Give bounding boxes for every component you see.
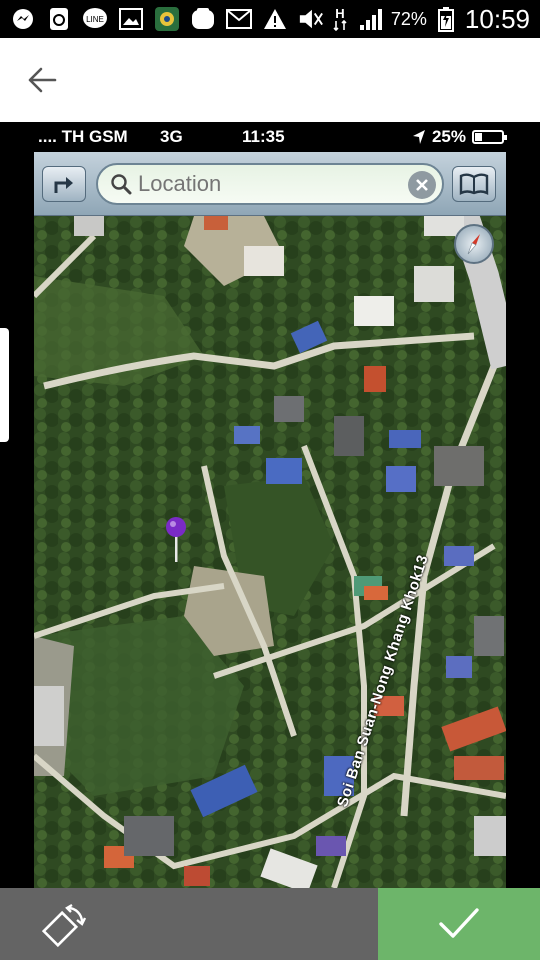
warning-icon: [262, 6, 288, 32]
maps-toolbar: [34, 152, 506, 216]
ios-carrier: .... TH GSM: [38, 127, 128, 146]
ios-battery-percent: 25%: [431, 127, 466, 146]
recycle-icon: [46, 6, 72, 32]
battery-percent: 72%: [390, 8, 427, 29]
clear-search-button[interactable]: [408, 171, 436, 199]
battery-charging-icon: [433, 6, 459, 32]
gallery-icon: [118, 6, 144, 32]
app-bar: [0, 38, 540, 122]
bookmarks-button[interactable]: [452, 166, 496, 202]
ios-battery-level: [475, 133, 482, 141]
compass-button[interactable]: [454, 224, 494, 264]
back-button[interactable]: [20, 58, 64, 102]
photo-app-icon: [154, 6, 180, 32]
close-icon: [416, 179, 428, 191]
crop-handle[interactable]: [0, 328, 9, 442]
notification-icons: LINE: [10, 6, 324, 32]
signal-type-label: H: [335, 6, 344, 21]
bottom-action-bar: [0, 888, 540, 960]
embedded-screenshot: .... TH GSM 3G 11:35 25% Location Soi Ba…: [34, 122, 507, 888]
satellite-map[interactable]: Soi Ban Suan-Nong Khang Khok13: [34, 216, 506, 888]
location-arrow-icon: [412, 130, 425, 144]
directions-button[interactable]: [42, 166, 86, 202]
ios-time: 11:35: [242, 127, 285, 146]
crop-screen: LINE H 72% 10:59 .... TH GSM 3G 11:35 25…: [0, 0, 540, 960]
image-preview[interactable]: .... TH GSM 3G 11:35 25% Location Soi Ba…: [0, 122, 540, 888]
bookmarks-icon: [459, 173, 489, 195]
gmail-icon: [226, 6, 252, 32]
ios-status-bar: .... TH GSM 3G 11:35 25%: [34, 122, 507, 152]
search-icon: [111, 174, 132, 195]
camera-app-icon: [190, 6, 216, 32]
confirm-button[interactable]: [378, 888, 540, 960]
system-indicators: H 72% 10:59: [327, 4, 530, 34]
line-icon: LINE: [82, 6, 108, 32]
arrow-back-icon: [28, 67, 57, 93]
ios-network: 3G: [160, 127, 183, 146]
location-search[interactable]: [96, 163, 444, 205]
satellite-imagery: [34, 216, 506, 888]
ios-battery-icon: [472, 130, 507, 144]
hspa-icon: H: [327, 6, 353, 32]
clock: 10:59: [464, 3, 530, 34]
svg-text:LINE: LINE: [86, 15, 104, 24]
compass-icon: [467, 234, 480, 255]
check-icon: [439, 908, 479, 938]
rotate-icon: [42, 903, 87, 948]
status-bar: LINE H 72% 10:59: [0, 0, 540, 38]
mute-icon: [298, 6, 324, 32]
directions-icon: [54, 177, 73, 193]
map-pin-icon: [166, 517, 186, 562]
location-pin[interactable]: [164, 516, 188, 564]
messenger-icon: [10, 6, 36, 32]
signal-icon: [359, 6, 385, 32]
rotate-button[interactable]: [0, 888, 378, 960]
search-input[interactable]: [138, 171, 398, 197]
